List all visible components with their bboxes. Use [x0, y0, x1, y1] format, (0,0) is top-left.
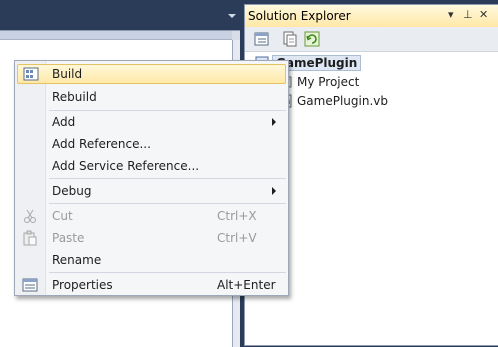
- menu-item-shortcut: Ctrl+X: [217, 209, 257, 223]
- chevron-down-icon[interactable]: [228, 14, 236, 18]
- menu-item-shortcut: Ctrl+V: [217, 231, 257, 245]
- menu-item-label: Rebuild: [52, 90, 97, 104]
- menu-item-debug[interactable]: Debug: [17, 181, 286, 201]
- menu-item-rename[interactable]: Rename: [17, 250, 286, 270]
- menu-item-label: Add Service Reference...: [52, 159, 200, 173]
- menu-item-label: Add Reference...: [52, 137, 151, 151]
- menu-item-add-reference[interactable]: Add Reference...: [17, 134, 286, 154]
- menu-item-rebuild[interactable]: Rebuild: [17, 87, 286, 107]
- menu-separator: [49, 203, 286, 204]
- menu-item-properties[interactable]: Properties Alt+Enter: [17, 275, 286, 295]
- properties-icon: [22, 278, 38, 292]
- submenu-arrow-icon: [272, 187, 276, 195]
- build-icon: [23, 67, 39, 81]
- menu-item-build[interactable]: Build: [17, 64, 286, 84]
- editor-topbar: [0, 0, 240, 30]
- tree-item-label: My Project: [297, 75, 360, 89]
- menu-item-label: Rename: [52, 253, 102, 267]
- menu-item-label: Cut: [52, 209, 73, 223]
- menu-item-paste[interactable]: Paste Ctrl+V: [17, 228, 286, 248]
- pin-icon[interactable]: ⊥: [463, 8, 473, 22]
- menu-item-add[interactable]: Add: [17, 112, 286, 132]
- scissors-icon: [24, 209, 36, 223]
- properties-icon[interactable]: [254, 31, 270, 47]
- panel-title: Solution Explorer: [248, 9, 351, 23]
- context-menu: Build Rebuild Add Add Reference... Add S…: [14, 60, 289, 296]
- close-icon[interactable]: ✕: [479, 8, 488, 22]
- menu-item-label: Add: [52, 115, 76, 129]
- menu-item-cut[interactable]: Cut Ctrl+X: [17, 206, 286, 226]
- menu-item-label: Build: [52, 67, 83, 81]
- menu-separator: [49, 110, 286, 111]
- menu-separator: [49, 178, 286, 179]
- tree-item-label: GamePlugin.vb: [297, 94, 388, 108]
- menu-item-label: Properties: [52, 278, 113, 292]
- submenu-arrow-icon: [272, 118, 276, 126]
- menu-item-label: Paste: [52, 231, 85, 245]
- paste-icon: [23, 230, 37, 246]
- show-all-files-icon[interactable]: [282, 31, 298, 47]
- refresh-icon[interactable]: [304, 31, 320, 47]
- menu-separator: [49, 272, 286, 273]
- menu-item-shortcut: Alt+Enter: [217, 278, 276, 292]
- menu-item-add-service-reference[interactable]: Add Service Reference...: [17, 156, 286, 176]
- solution-explorer-toolbar: [245, 27, 498, 52]
- window-position-dropdown-icon[interactable]: ▾: [448, 8, 454, 22]
- menu-item-label: Debug: [52, 184, 92, 198]
- solution-explorer-titlebar: Solution Explorer ▾ ⊥ ✕: [245, 5, 498, 28]
- editor-tabstrip: [0, 31, 232, 40]
